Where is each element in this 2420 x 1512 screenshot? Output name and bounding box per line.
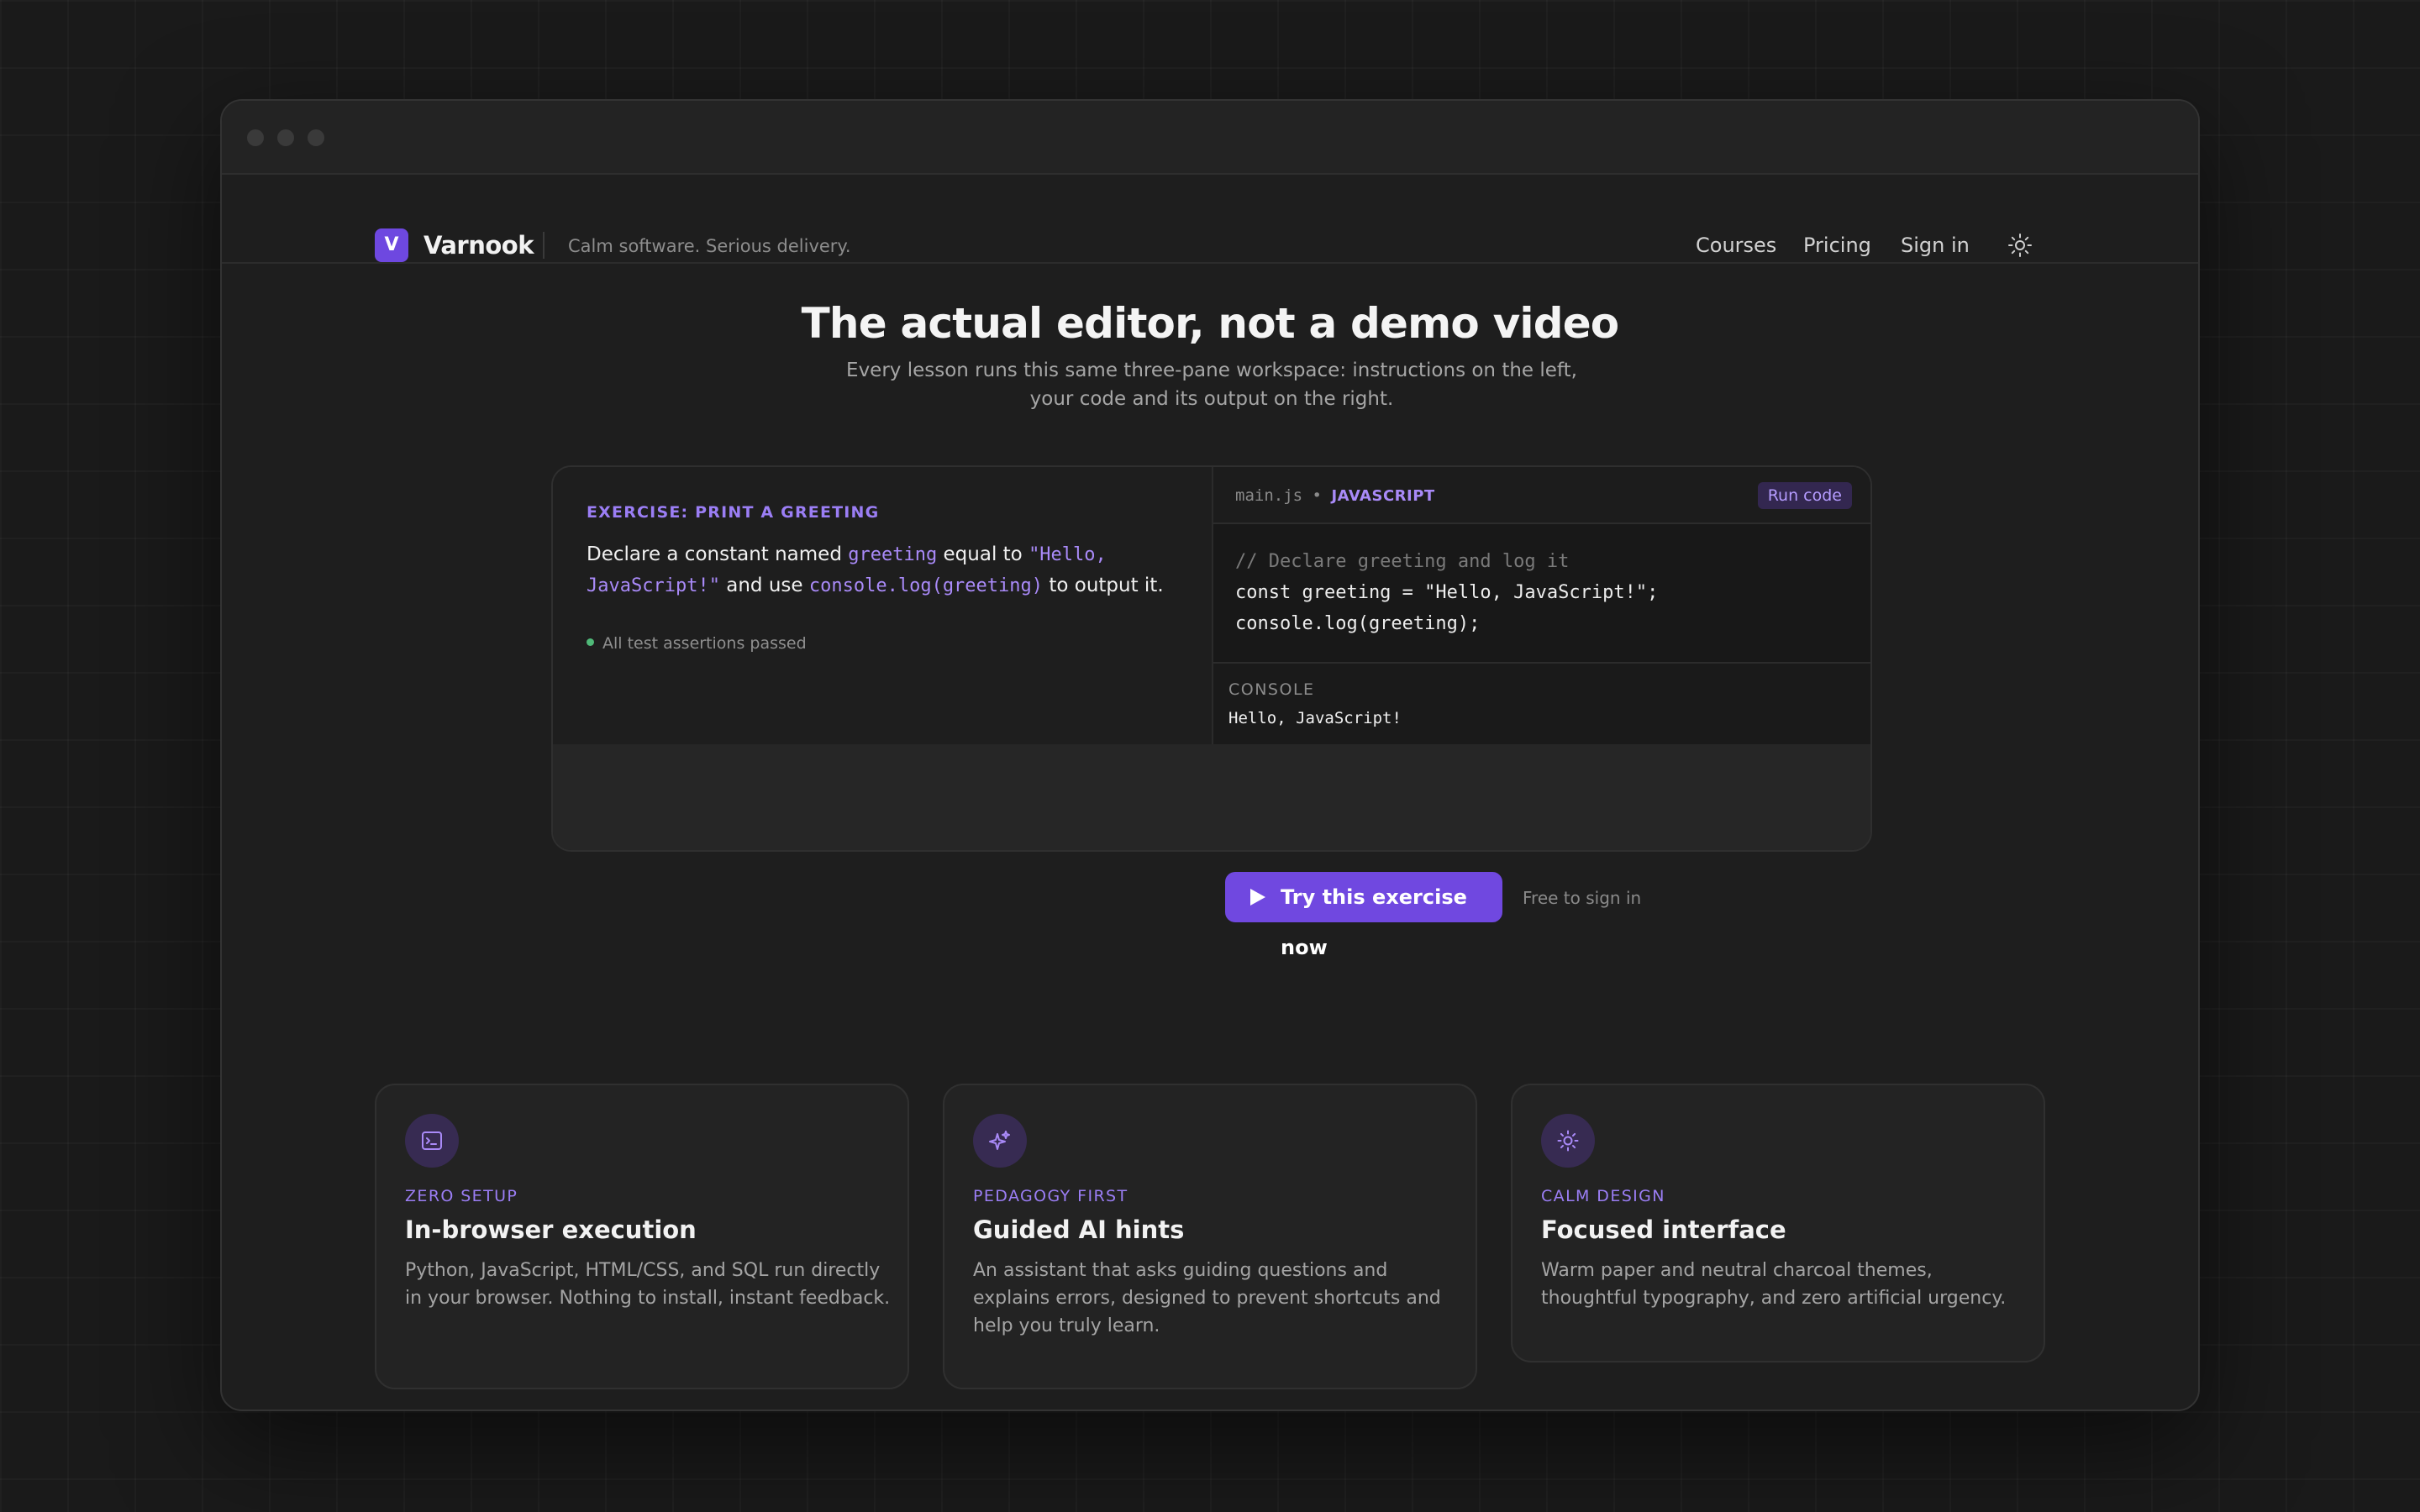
sun-icon — [2008, 234, 2032, 257]
card-kicker: ZERO SETUP — [405, 1187, 518, 1205]
console-panel: CONSOLE Hello, JavaScript! — [1213, 662, 1870, 744]
card-icon-badge — [1541, 1114, 1595, 1168]
sparkles-icon — [989, 1131, 1010, 1150]
code-pane: main.js • JAVASCRIPT Run code // Declare… — [1212, 467, 1870, 744]
exercise-desc-text-2: equal to — [937, 543, 1029, 565]
exercise-label: EXERCISE: PRINT A GREETING — [587, 503, 880, 522]
card-description: Warm paper and neutral charcoal themes, … — [1541, 1260, 2007, 1309]
test-status-text: All test assertions passed — [602, 634, 807, 653]
terminal-icon — [422, 1131, 442, 1150]
card-title: Focused interface — [1541, 1215, 1786, 1244]
nav-link-sign-in[interactable]: Sign in — [1901, 232, 1970, 259]
window-titlebar — [222, 101, 2198, 175]
hero-subtitle: Every lesson runs this same three-pane w… — [846, 360, 1577, 410]
window-minimize-dot[interactable] — [277, 129, 294, 146]
card-icon-badge — [405, 1114, 459, 1168]
exercise-desc-text-4: to output it. — [1043, 575, 1164, 596]
cta-note: Free to sign in — [1523, 888, 1642, 908]
code-line-1: // Declare greeting and log it — [1235, 551, 1570, 572]
play-icon — [1250, 889, 1265, 906]
code-line-2: const greeting = "Hello, JavaScript!"; — [1235, 582, 1659, 603]
instructions-pane: EXERCISE: PRINT A GREETING Declare a con… — [553, 467, 1212, 744]
nav-link-pricing[interactable]: Pricing — [1803, 232, 1871, 259]
brand-logo-badge[interactable]: V — [375, 228, 408, 262]
card-icon-badge — [973, 1114, 1027, 1168]
card-title: Guided AI hints — [973, 1215, 1185, 1244]
try-exercise-button[interactable]: Try this exercise now — [1225, 872, 1502, 959]
nav-link-courses[interactable]: Courses — [1696, 232, 1776, 259]
theme-toggle-button[interactable] — [2007, 232, 2033, 259]
file-name: main.js — [1235, 486, 1303, 505]
file-separator: • — [1312, 486, 1322, 505]
exercise-description: Declare a constant named greeting equal … — [587, 539, 1192, 601]
card-description: Python, JavaScript, HTML/CSS, and SQL ru… — [405, 1260, 891, 1309]
code-editor[interactable]: // Declare greeting and log it const gree… — [1235, 546, 1658, 639]
file-tab-bar: main.js • JAVASCRIPT Run code — [1213, 467, 1870, 524]
run-code-button[interactable]: Run code — [1757, 482, 1852, 509]
sun-icon — [1557, 1130, 1579, 1152]
editor-demo-panel: EXERCISE: PRINT A GREETING Declare a con… — [551, 465, 1872, 852]
feature-card-ai-hints: PEDAGOGY FIRST Guided AI hints An assist… — [943, 1084, 1477, 1389]
code-line-3: console.log(greeting); — [1235, 613, 1481, 634]
exercise-desc-text-3: and use — [719, 575, 809, 596]
brand-divider — [543, 232, 544, 259]
status-dot-icon — [587, 638, 594, 646]
cta-bar — [553, 744, 1870, 850]
feature-card-focused: CALM DESIGN Focused interface Warm paper… — [1511, 1084, 2045, 1362]
feature-card-in-browser: ZERO SETUP In-browser execution Python, … — [375, 1084, 909, 1389]
card-kicker: CALM DESIGN — [1541, 1187, 1665, 1205]
try-exercise-label: Try this exercise now — [1281, 885, 1467, 959]
card-description: An assistant that asks guiding questions… — [973, 1260, 1441, 1336]
brand-tagline: Calm software. Serious delivery. — [568, 236, 851, 256]
exercise-code-console-log: console.log(greeting) — [808, 575, 1044, 596]
brand-name[interactable]: Varnook — [424, 229, 534, 261]
language-label: JAVASCRIPT — [1331, 487, 1435, 505]
exercise-code-greeting: greeting — [848, 544, 938, 565]
window-maximize-dot[interactable] — [308, 129, 324, 146]
browser-window: V Varnook Calm software. Serious deliver… — [220, 99, 2200, 1411]
card-title: In-browser execution — [405, 1215, 697, 1244]
console-output: Hello, JavaScript! — [1228, 709, 1402, 727]
card-kicker: PEDAGOGY FIRST — [973, 1187, 1128, 1205]
console-label: CONSOLE — [1228, 680, 1315, 699]
hero-title: The actual editor, not a demo video — [801, 299, 1620, 348]
exercise-desc-text-1: Declare a constant named — [587, 543, 849, 565]
file-tab[interactable]: main.js • JAVASCRIPT — [1235, 484, 1435, 508]
test-status: All test assertions passed — [587, 632, 807, 655]
window-close-dot[interactable] — [247, 129, 264, 146]
